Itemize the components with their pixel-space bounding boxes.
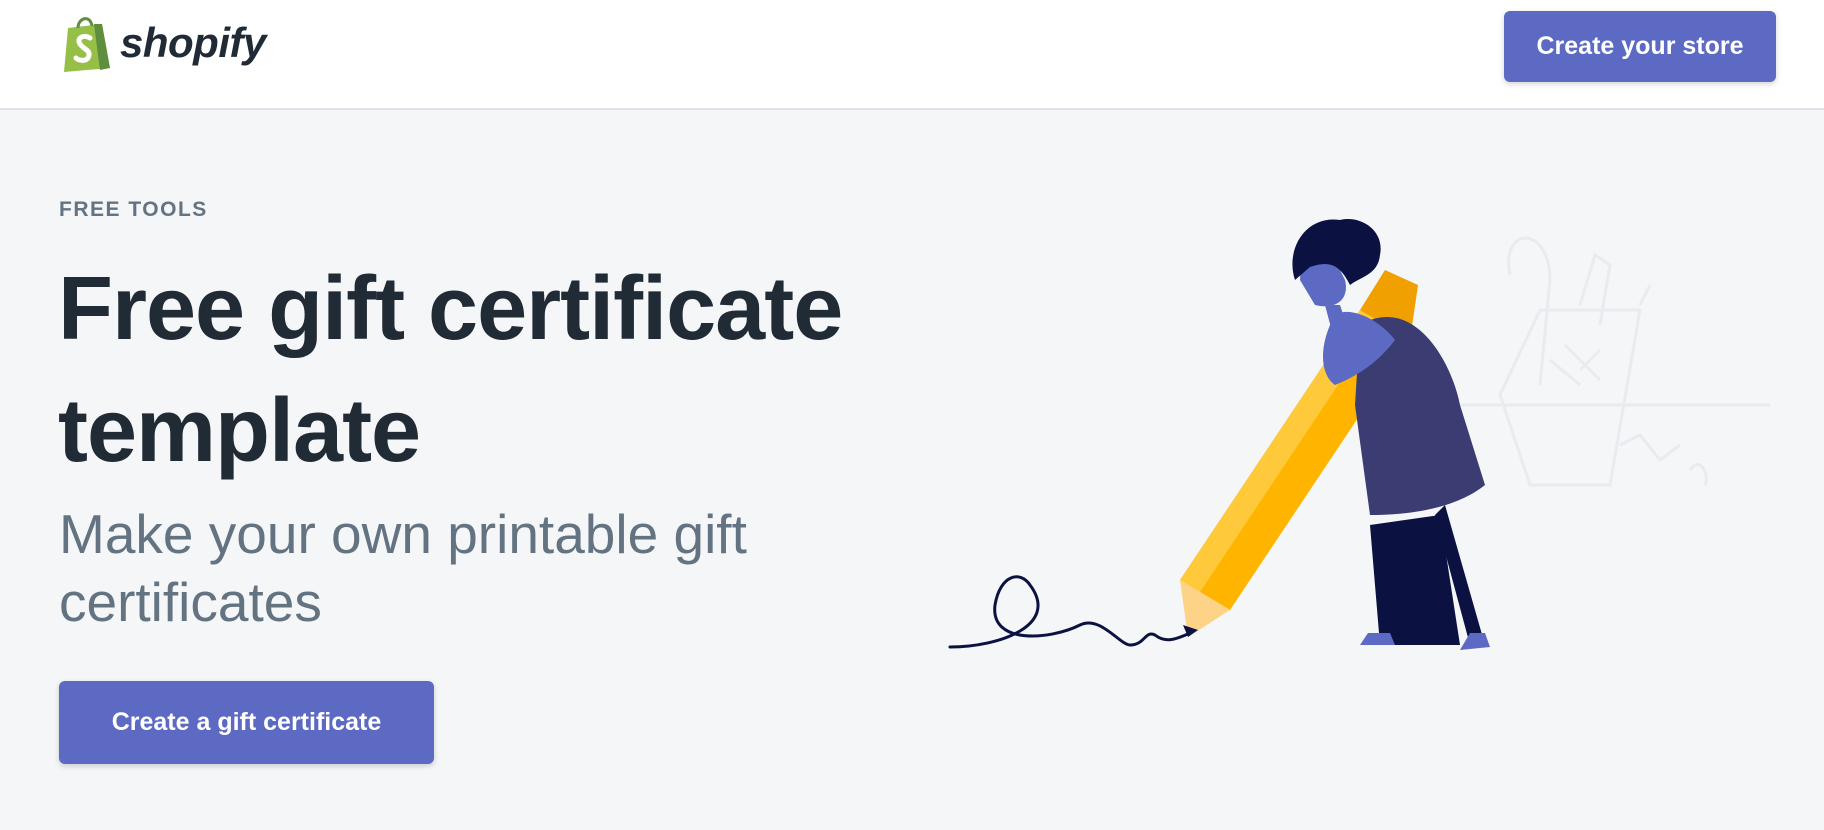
create-store-button[interactable]: Create your store (1504, 11, 1776, 82)
shopify-bag-icon (64, 17, 110, 72)
create-gift-certificate-button[interactable]: Create a gift certificate (59, 681, 434, 764)
brand-wordmark: shopify (120, 19, 266, 66)
top-navigation-bar: shopify Create your store (0, 0, 1824, 110)
signature-line (948, 575, 1192, 649)
hero-illustration (948, 219, 1770, 650)
page-subtitle: Make your own printable gift certificate… (59, 503, 747, 633)
eyebrow-label: FREE TOOLS (59, 198, 208, 221)
shopify-logo[interactable]: shopify (60, 14, 266, 72)
page-title: Free gift certificate template (58, 259, 843, 481)
